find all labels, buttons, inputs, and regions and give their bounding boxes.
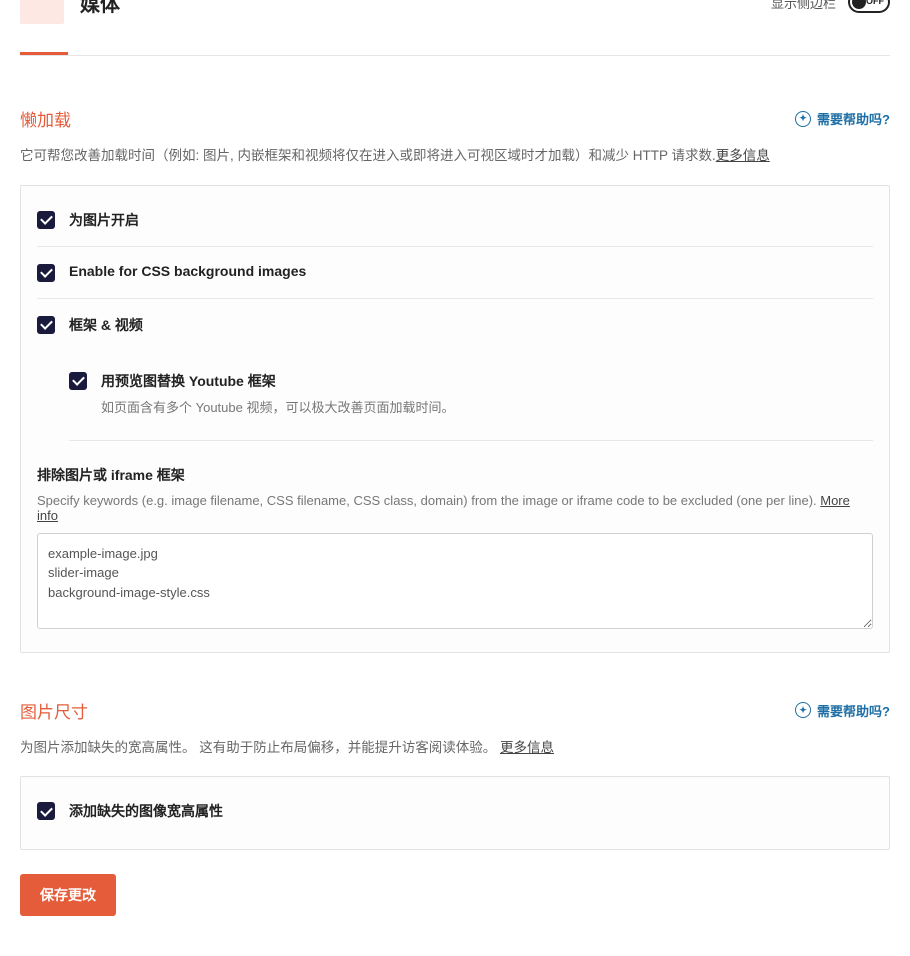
header-right: 显示侧边栏 OFF bbox=[771, 0, 890, 13]
exclude-textarea[interactable] bbox=[37, 533, 873, 629]
option-row-frames: 框架 & 视频 bbox=[37, 299, 873, 351]
option-row-add-dims: 添加缺失的图像宽高属性 bbox=[37, 793, 873, 829]
exclude-section: 排除图片或 iframe 框架 Specify keywords (e.g. i… bbox=[37, 441, 873, 632]
sidebar-toggle-label: 显示侧边栏 bbox=[771, 0, 836, 12]
help-label: 需要帮助吗? bbox=[817, 109, 890, 128]
sidebar-toggle[interactable]: OFF bbox=[848, 0, 890, 13]
toggle-knob bbox=[852, 0, 866, 9]
page-header: 媒体 显示侧边栏 OFF bbox=[20, 0, 890, 52]
checkbox-css-bg[interactable] bbox=[37, 264, 55, 282]
media-icon bbox=[20, 0, 64, 24]
label-images: 为图片开启 bbox=[69, 210, 139, 230]
lazy-load-description: 它可帮您改善加载时间（例如: 图片, 内嵌框架和视频将仅在进入或即将进入可视区域… bbox=[20, 145, 890, 167]
checkbox-add-dims[interactable] bbox=[37, 802, 55, 820]
image-dims-title: 图片尺寸 bbox=[20, 698, 88, 723]
image-dims-description: 为图片添加缺失的宽高属性。 这有助于防止布局偏移，并能提升访客阅读体验。 更多信… bbox=[20, 737, 890, 759]
image-dims-section-header: 图片尺寸 ✦ 需要帮助吗? bbox=[20, 698, 890, 723]
exclude-description: Specify keywords (e.g. image filename, C… bbox=[37, 493, 873, 523]
label-frames: 框架 & 视频 bbox=[69, 315, 143, 335]
checkbox-images[interactable] bbox=[37, 211, 55, 229]
lazy-load-panel: 为图片开启 Enable for CSS background images 框… bbox=[20, 185, 890, 653]
header-left: 媒体 bbox=[20, 0, 120, 44]
desc-youtube-preview: 如页面含有多个 Youtube 视频，可以极大改善页面加载时间。 bbox=[101, 397, 454, 416]
label-youtube-preview: 用预览图替换 Youtube 框架 bbox=[101, 371, 454, 391]
option-row-css-bg: Enable for CSS background images bbox=[37, 247, 873, 299]
checkbox-frames[interactable] bbox=[37, 316, 55, 334]
image-dims-panel: 添加缺失的图像宽高属性 bbox=[20, 776, 890, 850]
help-link-dims[interactable]: ✦ 需要帮助吗? bbox=[795, 701, 890, 720]
page-title: 媒体 bbox=[80, 0, 120, 17]
label-add-dims: 添加缺失的图像宽高属性 bbox=[69, 801, 223, 821]
help-link-lazy[interactable]: ✦ 需要帮助吗? bbox=[795, 109, 890, 128]
more-info-link[interactable]: 更多信息 bbox=[716, 148, 770, 163]
divider bbox=[20, 55, 890, 56]
checkbox-youtube-preview[interactable] bbox=[69, 372, 87, 390]
more-info-link-dims[interactable]: 更多信息 bbox=[500, 740, 554, 755]
toggle-off-text: OFF bbox=[866, 0, 884, 6]
lazy-load-section-header: 懒加载 ✦ 需要帮助吗? bbox=[20, 106, 890, 131]
label-css-bg: Enable for CSS background images bbox=[69, 263, 306, 279]
help-icon: ✦ bbox=[795, 702, 811, 718]
help-icon: ✦ bbox=[795, 111, 811, 127]
option-row-images: 为图片开启 bbox=[37, 202, 873, 247]
exclude-title: 排除图片或 iframe 框架 bbox=[37, 465, 873, 485]
sub-option-youtube: 用预览图替换 Youtube 框架 如页面含有多个 Youtube 视频，可以极… bbox=[37, 351, 873, 441]
lazy-load-title: 懒加载 bbox=[20, 106, 71, 131]
help-label: 需要帮助吗? bbox=[817, 701, 890, 720]
